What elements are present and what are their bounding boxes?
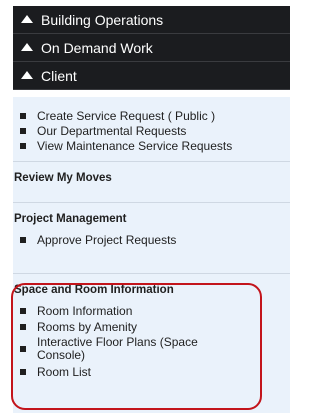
link-label: Rooms by Amenity xyxy=(37,320,138,334)
square-bullet-icon xyxy=(20,324,26,330)
client-submenu-panel: Create Service Request ( Public ) Our De… xyxy=(13,97,290,413)
square-bullet-icon xyxy=(20,128,26,134)
section-space-room: Space and Room Information Room Informat… xyxy=(13,274,290,379)
collapse-triangle-icon xyxy=(21,14,33,23)
link-room-information[interactable]: Room Information xyxy=(13,304,290,318)
square-bullet-icon xyxy=(20,237,26,243)
square-bullet-icon xyxy=(20,113,26,119)
link-interactive-floor-plans[interactable]: Interactive Floor Plans (Space Console) xyxy=(13,336,235,362)
square-bullet-icon xyxy=(20,308,26,314)
section-heading: Project Management xyxy=(14,213,127,225)
link-label: Create Service Request ( Public ) xyxy=(37,109,216,123)
section-heading: Space and Room Information xyxy=(14,284,174,296)
menu-label: Building Operations xyxy=(41,11,164,28)
link-view-maintenance-requests[interactable]: View Maintenance Service Requests xyxy=(13,139,290,153)
link-label: View Maintenance Service Requests xyxy=(37,139,233,153)
menu-label: Client xyxy=(41,67,77,84)
link-create-service-request[interactable]: Create Service Request ( Public ) xyxy=(13,109,290,123)
section-project-management: Project Management Approve Project Reque… xyxy=(13,203,290,247)
section-review-moves: Review My Moves xyxy=(13,162,290,184)
navigation-menu: Building Operations On Demand Work Clien… xyxy=(0,0,290,413)
collapse-triangle-icon xyxy=(21,70,33,79)
square-bullet-icon xyxy=(20,369,26,375)
link-departmental-requests[interactable]: Our Departmental Requests xyxy=(13,124,290,138)
collapse-triangle-icon xyxy=(21,42,33,51)
link-label: Our Departmental Requests xyxy=(37,124,187,138)
client-links: Create Service Request ( Public ) Our De… xyxy=(13,97,290,153)
link-label: Interactive Floor Plans (Space Console) xyxy=(37,335,198,362)
link-approve-project-requests[interactable]: Approve Project Requests xyxy=(13,233,290,247)
link-rooms-by-amenity[interactable]: Rooms by Amenity xyxy=(13,320,290,334)
menu-on-demand-work[interactable]: On Demand Work xyxy=(13,34,290,62)
square-bullet-icon xyxy=(20,143,26,149)
link-label: Approve Project Requests xyxy=(37,233,177,247)
menu-label: On Demand Work xyxy=(41,39,153,56)
square-bullet-icon xyxy=(20,346,26,352)
link-room-list[interactable]: Room List xyxy=(13,365,290,379)
link-label: Room List xyxy=(37,365,92,379)
menu-building-operations[interactable]: Building Operations xyxy=(13,6,290,34)
menu-client[interactable]: Client xyxy=(13,62,290,90)
link-label: Room Information xyxy=(37,304,133,318)
link-review-my-moves[interactable]: Review My Moves xyxy=(13,172,290,184)
